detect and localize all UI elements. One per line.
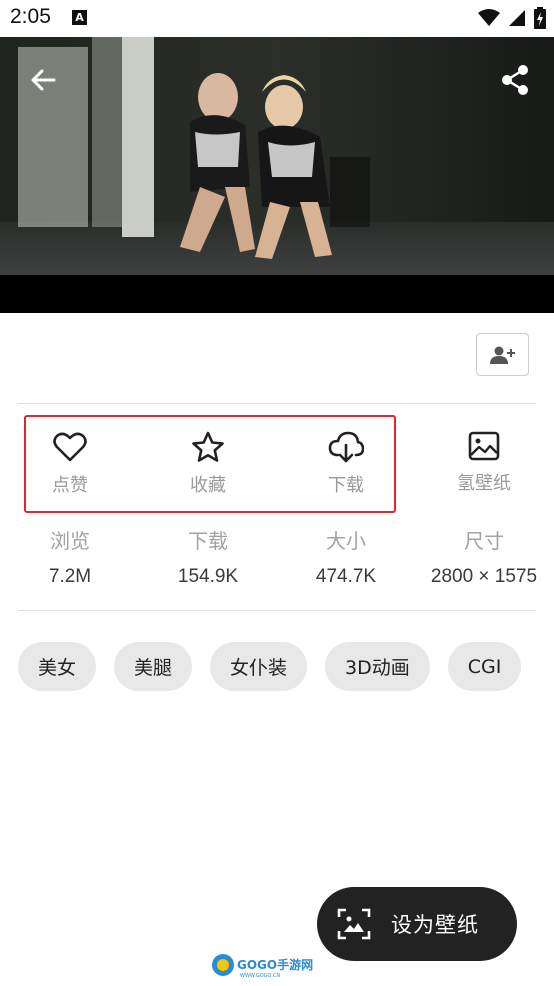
- tag-chip[interactable]: 美腿: [114, 642, 193, 691]
- download-button[interactable]: 下载: [286, 415, 406, 513]
- watermark-logo: GOGO手游网 WWW.GOGO.CN: [210, 950, 322, 980]
- back-button[interactable]: [26, 63, 60, 97]
- hydrogen-wallpaper-label: 氢壁纸: [457, 473, 511, 494]
- stat-label: 浏览: [50, 529, 90, 553]
- action-row: 点赞 收藏 下载 氢壁纸: [0, 415, 554, 513]
- person-add-icon: [489, 346, 515, 364]
- stat-value: 474.7K: [315, 566, 377, 587]
- hydrogen-wallpaper-button[interactable]: 氢壁纸: [424, 415, 544, 513]
- tag-chip[interactable]: 美女: [18, 642, 97, 691]
- arrow-left-icon: [31, 69, 56, 91]
- stat-value: 2800 × 1575: [430, 566, 538, 587]
- battery-charging-icon: [534, 7, 546, 29]
- image-icon: [468, 431, 500, 461]
- stat-views: 浏览 7.2M: [0, 525, 140, 588]
- share-icon: [502, 65, 528, 95]
- stat-size: 大小 474.7K: [276, 525, 416, 588]
- favorite-label: 收藏: [190, 475, 226, 496]
- cloud-download-icon: [328, 431, 364, 463]
- heart-outline-icon: [53, 432, 87, 462]
- share-button[interactable]: [498, 63, 532, 97]
- hero-image[interactable]: [0, 37, 554, 313]
- svg-text:GOGO手游网: GOGO手游网: [237, 957, 313, 972]
- stats-row: 浏览 7.2M 下载 154.9K 大小 474.7K 尺寸 2800 × 15…: [0, 525, 554, 595]
- stat-label: 下载: [188, 529, 228, 553]
- stat-dimensions: 尺寸 2800 × 1575: [414, 525, 554, 588]
- tag-chip[interactable]: CGI: [447, 642, 522, 691]
- status-icons: [478, 7, 546, 29]
- set-wallpaper-label: 设为壁纸: [391, 913, 479, 937]
- svg-text:WWW.GOGO.CN: WWW.GOGO.CN: [240, 973, 280, 979]
- gogo-logo-icon: GOGO手游网 WWW.GOGO.CN: [212, 954, 313, 979]
- like-button[interactable]: 点赞: [10, 415, 130, 513]
- stat-label: 尺寸: [464, 529, 504, 553]
- set-wallpaper-icon: [337, 908, 371, 940]
- divider: [18, 403, 536, 404]
- star-outline-icon: [192, 431, 224, 462]
- set-wallpaper-button[interactable]: 设为壁纸: [317, 887, 517, 961]
- stat-label: 大小: [326, 529, 366, 553]
- stat-value: 7.2M: [48, 566, 92, 587]
- favorite-button[interactable]: 收藏: [148, 415, 268, 513]
- status-bar: 2:05 A: [0, 0, 554, 37]
- wifi-icon: [478, 9, 500, 26]
- a-notification-icon: A: [72, 10, 87, 25]
- download-label: 下载: [328, 475, 364, 496]
- tag-list: 美女 美腿 女仆装 3D动画 CGI: [18, 642, 522, 691]
- tag-chip[interactable]: 女仆装: [210, 642, 308, 691]
- follow-author-button[interactable]: [476, 333, 529, 376]
- like-label: 点赞: [52, 475, 88, 496]
- tag-chip[interactable]: 3D动画: [325, 642, 430, 691]
- divider: [18, 610, 536, 611]
- signal-icon: [509, 10, 525, 26]
- status-time: 2:05: [10, 5, 51, 28]
- wallpaper-photo: [0, 37, 554, 275]
- stat-downloads: 下载 154.9K: [138, 525, 278, 588]
- stat-value: 154.9K: [177, 566, 239, 587]
